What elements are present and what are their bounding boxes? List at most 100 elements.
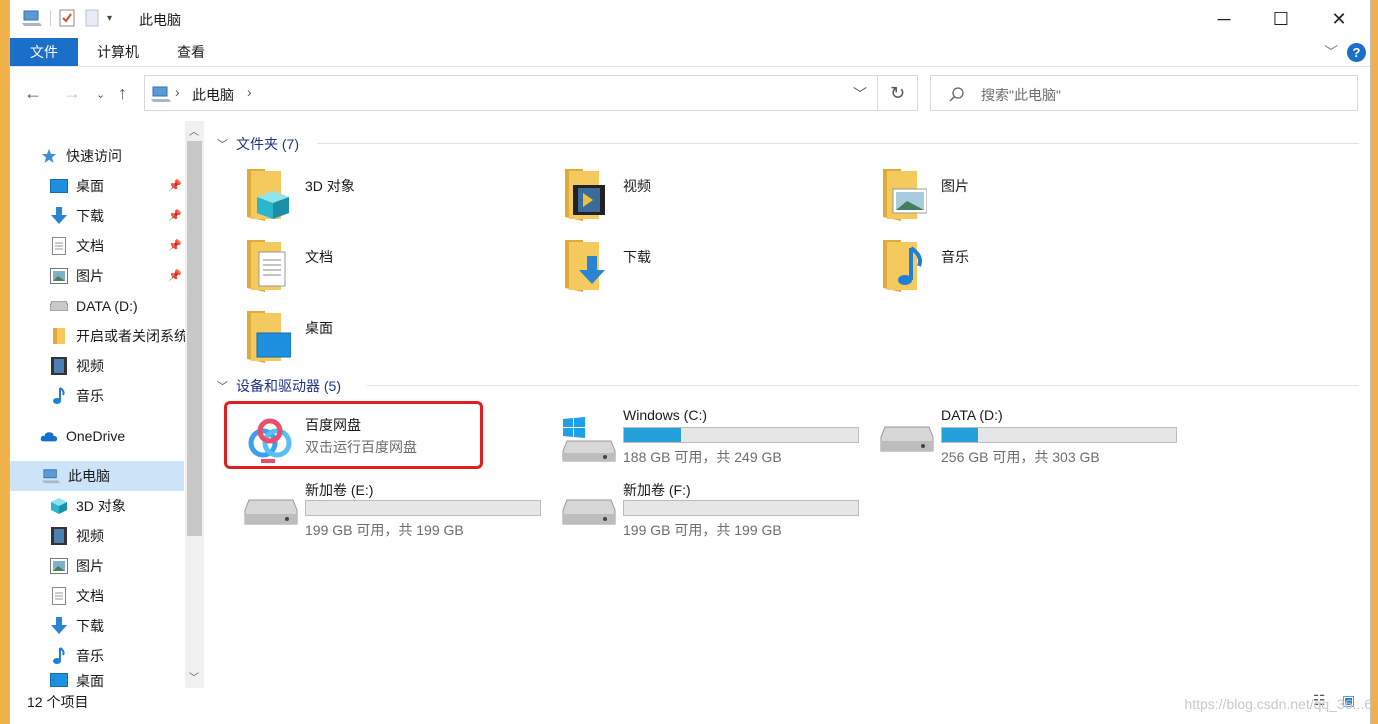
properties-icon[interactable] (59, 9, 75, 27)
title-bar: ▾ 此电脑 ─ ☐ ✕ (10, 0, 1370, 38)
back-arrow-icon[interactable]: ← (24, 83, 42, 104)
breadcrumb-this-pc[interactable]: 此电脑 (192, 85, 234, 105)
pin-icon[interactable]: 📌 (168, 209, 182, 222)
drive-usage-fill (624, 428, 682, 442)
drive-usage-fill (942, 428, 979, 442)
sidebar-item-label: 此电脑 (68, 468, 110, 484)
drive-space-info: 199 GB 可用，共 199 GB (305, 522, 464, 538)
pin-icon[interactable]: 📌 (168, 179, 182, 192)
sidebar-item-label: DATA (D:) (76, 298, 138, 314)
video-icon (50, 357, 68, 375)
folder-3d-objects[interactable]: 3D 对象 (243, 165, 543, 229)
computer-icon[interactable] (22, 9, 42, 27)
recent-locations-chevron-icon[interactable]: ⌄ (96, 88, 105, 101)
pin-icon[interactable]: 📌 (168, 269, 182, 282)
document-icon (50, 587, 68, 605)
drive-space-info: 199 GB 可用，共 199 GB (623, 522, 782, 538)
folder-desktop-icon (247, 311, 291, 363)
expand-ribbon-chevron-icon[interactable]: ﹀ (1324, 42, 1338, 62)
sidebar-item-label: 3D 对象 (76, 498, 126, 514)
collapse-chevron-icon[interactable]: ﹀ (217, 136, 228, 152)
sidebar-item-label: 文档 (76, 588, 104, 604)
status-bar: 12 个项目 ☷ ▣ (10, 688, 1370, 714)
sidebar-item-label: 音乐 (76, 648, 104, 664)
folder-pictures[interactable]: 图片 (879, 165, 1179, 229)
refresh-button[interactable]: ↻ (878, 75, 918, 111)
tab-file[interactable]: 文件 (10, 38, 78, 66)
folder-picture-icon (883, 169, 927, 221)
search-placeholder: 搜索"此电脑" (981, 87, 1061, 103)
red-highlight-box (224, 401, 483, 469)
sidebar-item-this-pc[interactable]: 此电脑 (10, 461, 184, 491)
breadcrumb-separator-icon[interactable]: › (175, 84, 180, 100)
scroll-up-chevron-icon[interactable]: ︿ (189, 123, 199, 138)
customize-toolbar-chevron-icon[interactable]: ▾ (107, 13, 112, 24)
group-title: 设备和驱动器 (5) (236, 378, 341, 394)
drive-usage-bar (305, 500, 541, 516)
drive-name: 新加卷 (F:) (623, 482, 691, 498)
minimize-button[interactable]: ─ (1195, 0, 1253, 38)
music-icon (50, 387, 68, 405)
sidebar-item-label: OneDrive (66, 428, 126, 444)
folder-documents[interactable]: 文档 (243, 236, 543, 300)
folder-icon (50, 327, 68, 345)
folder-label: 下载 (623, 249, 651, 265)
sidebar-scrollbar[interactable]: ︿ ﹀ (185, 121, 204, 688)
sidebar-item-label: 音乐 (76, 388, 104, 404)
navigation-pane: 快速访问 桌面 📌 下载 📌 文档 📌 图片 📌 DATA (D:) 开启或者关… (10, 121, 204, 688)
computer-icon (42, 467, 60, 485)
hard-drive-icon (562, 499, 616, 525)
address-bar[interactable]: › 此电脑 › ﹀ (144, 75, 878, 111)
content-pane: ﹀ 文件夹 (7) 3D 对象 视频 图片 文档 下载 音乐 桌面 ﹀ 设备和驱… (207, 121, 1370, 688)
computer-icon (151, 86, 171, 102)
sidebar-item-label: 视频 (76, 358, 104, 374)
window-title: 此电脑 (139, 12, 181, 28)
picture-icon (50, 557, 68, 575)
download-icon (50, 207, 68, 225)
group-header-folders[interactable]: ﹀ 文件夹 (7) (217, 134, 299, 154)
tab-view[interactable]: 查看 (157, 38, 225, 66)
folder-desktop[interactable]: 桌面 (243, 307, 543, 371)
refresh-icon: ↻ (889, 83, 906, 103)
drive-e[interactable]: 新加卷 (E:) 199 GB 可用，共 199 GB (243, 480, 553, 546)
ribbon-tabs: 文件 计算机 查看 ﹀ ? (10, 38, 1370, 67)
folder-music[interactable]: 音乐 (879, 236, 1179, 300)
picture-icon (50, 267, 68, 285)
search-box[interactable]: 搜索"此电脑" (930, 75, 1358, 111)
search-icon (949, 87, 964, 102)
folder-download-icon (565, 240, 605, 292)
hard-drive-icon (244, 499, 298, 525)
group-header-devices[interactable]: ﹀ 设备和驱动器 (5) (217, 376, 341, 396)
scroll-down-chevron-icon[interactable]: ﹀ (189, 669, 199, 684)
up-arrow-icon[interactable]: ↑ (118, 83, 127, 104)
download-icon (50, 617, 68, 635)
group-title: 文件夹 (7) (236, 136, 299, 152)
sidebar-item-label: 快速访问 (66, 148, 122, 164)
folder-label: 3D 对象 (305, 178, 355, 194)
new-folder-icon[interactable] (85, 9, 99, 27)
help-button[interactable]: ? (1347, 43, 1366, 62)
divider (317, 143, 1359, 144)
drive-d[interactable]: DATA (D:) 256 GB 可用，共 303 GB (879, 407, 1189, 473)
pin-icon[interactable]: 📌 (168, 239, 182, 252)
drive-usage-bar (941, 427, 1177, 443)
windows-drive-icon (562, 417, 616, 462)
drive-c[interactable]: Windows (C:) 188 GB 可用，共 249 GB (561, 407, 871, 473)
drive-space-info: 188 GB 可用，共 249 GB (623, 449, 782, 465)
folder-document-icon (247, 240, 286, 292)
address-history-chevron-icon[interactable]: ﹀ (853, 84, 867, 104)
folder-videos[interactable]: 视频 (561, 165, 861, 229)
folder-label: 视频 (623, 178, 651, 194)
drive-f[interactable]: 新加卷 (F:) 199 GB 可用，共 199 GB (561, 480, 871, 546)
scrollbar-thumb[interactable] (187, 141, 202, 536)
tab-computer[interactable]: 计算机 (77, 38, 159, 66)
collapse-chevron-icon[interactable]: ﹀ (217, 378, 228, 394)
forward-arrow-icon[interactable]: → (63, 83, 81, 104)
item-count: 12 个项目 (27, 694, 89, 710)
sidebar-item-label: 桌面 (76, 178, 104, 194)
music-icon (50, 647, 68, 665)
close-button[interactable]: ✕ (1310, 0, 1368, 38)
breadcrumb-separator-icon[interactable]: › (247, 84, 252, 100)
folder-downloads[interactable]: 下载 (561, 236, 861, 300)
maximize-button[interactable]: ☐ (1252, 0, 1310, 38)
